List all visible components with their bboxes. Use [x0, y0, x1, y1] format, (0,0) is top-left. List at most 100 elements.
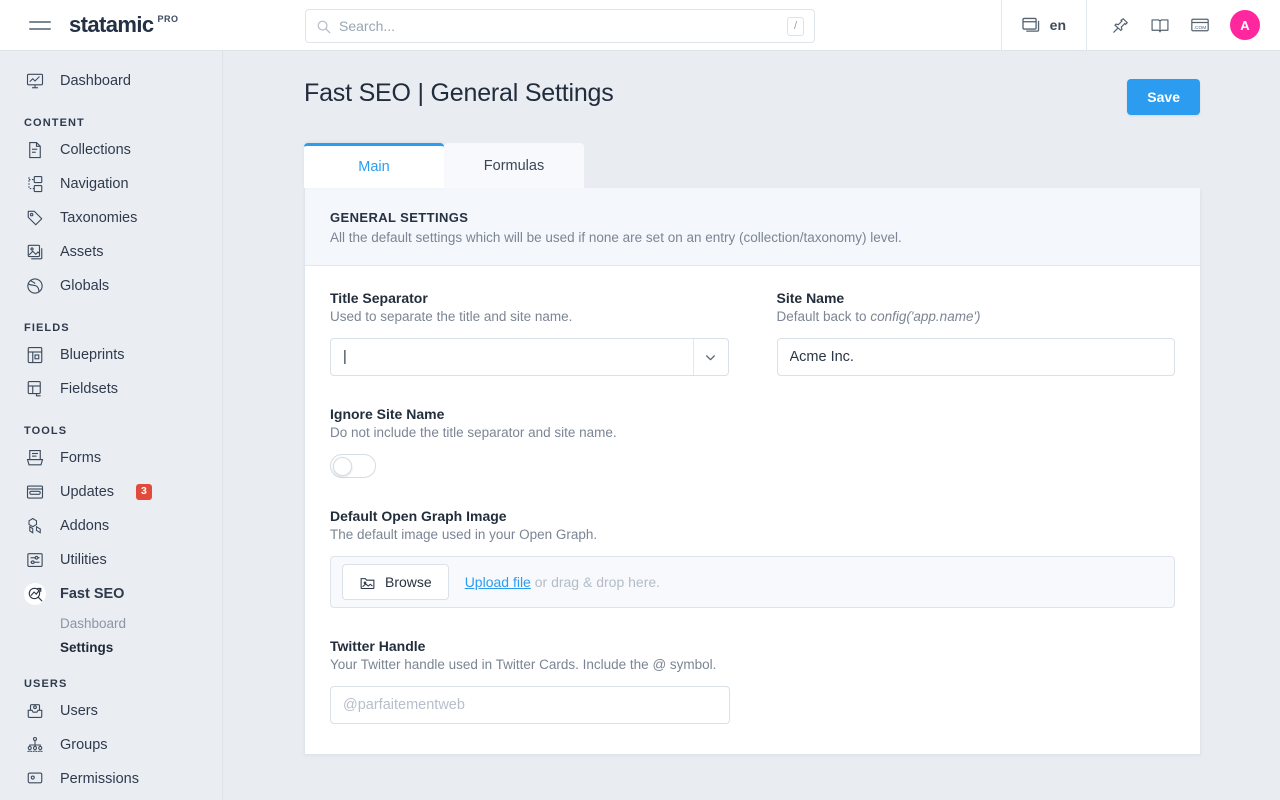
tab-formulas[interactable]: Formulas: [444, 143, 584, 188]
sidebar-item-label: Groups: [60, 737, 108, 753]
field-label: Ignore Site Name: [330, 406, 1175, 422]
groups-icon: [24, 734, 46, 756]
search-container: /: [305, 9, 815, 43]
sidebar-item-label: Users: [60, 703, 98, 719]
search-input[interactable]: [339, 18, 787, 34]
twitter-handle-input[interactable]: [330, 686, 730, 724]
image-dropzone[interactable]: Browse Upload file or drag & drop here.: [330, 556, 1175, 608]
sidebar-item-permissions[interactable]: Permissions: [0, 762, 222, 796]
field-control: |: [330, 338, 729, 376]
tab-bar: Main Formulas: [223, 143, 1280, 188]
search-icon: [316, 19, 331, 34]
sidebar-item-updates[interactable]: Updates 3: [0, 475, 222, 509]
main-content: Fast SEO | General Settings Save Main Fo…: [223, 51, 1280, 800]
field-label: Twitter Handle: [330, 638, 730, 654]
sidebar-item-assets[interactable]: Assets: [0, 235, 222, 269]
section-description: All the default settings which will be u…: [330, 230, 1175, 245]
browse-button[interactable]: Browse: [342, 564, 449, 600]
hamburger-icon[interactable]: [29, 14, 51, 36]
fast-seo-icon: [24, 583, 46, 605]
sidebar-item-label: Permissions: [60, 771, 139, 787]
sidebar-item-utilities[interactable]: Utilities: [0, 543, 222, 577]
sidebar-item-label: Blueprints: [60, 347, 124, 363]
sidebar-item-taxonomies[interactable]: Taxonomies: [0, 201, 222, 235]
book-icon[interactable]: [1150, 16, 1170, 35]
sidebar-item-navigation[interactable]: Navigation: [0, 167, 222, 201]
sidebar-item-label: Taxonomies: [60, 210, 137, 226]
navigation-icon: [24, 173, 46, 195]
sidebar-item-label: Updates: [60, 484, 114, 500]
sidebar-item-blueprints[interactable]: Blueprints: [0, 338, 222, 372]
field-help-prefix: Default back to: [777, 309, 871, 324]
upload-file-link[interactable]: Upload file: [465, 574, 531, 590]
updates-icon: [24, 481, 46, 503]
sidebar-item-label: Utilities: [60, 552, 107, 568]
title-separator-select[interactable]: |: [330, 338, 729, 376]
sidebar-item-dashboard[interactable]: Dashboard: [0, 64, 222, 98]
taxonomies-icon: [24, 207, 46, 229]
field-site-name: Site Name Default back to config('app.na…: [777, 290, 1176, 376]
top-bar: statamic PRO / en: [0, 0, 1280, 51]
top-bar-icon-group: .COM A: [1087, 10, 1280, 40]
sidebar-item-fieldsets[interactable]: Fieldsets: [0, 372, 222, 406]
drop-hint: or drag & drop here.: [531, 574, 660, 590]
sidebar-subitem-fast-seo-dashboard[interactable]: Dashboard: [0, 611, 222, 635]
sidebar-item-label: Addons: [60, 518, 109, 534]
sidebar-item-label: Collections: [60, 142, 131, 158]
sidebar-item-forms[interactable]: Forms: [0, 441, 222, 475]
domain-icon[interactable]: .COM: [1190, 16, 1210, 34]
sidebar-subitem-label: Settings: [60, 640, 113, 655]
field-label: Title Separator: [330, 290, 729, 306]
ignore-site-name-toggle[interactable]: [330, 454, 376, 478]
avatar[interactable]: A: [1230, 10, 1260, 40]
brand-name: statamic: [69, 12, 153, 38]
site-language-label: en: [1050, 17, 1066, 33]
settings-card: GENERAL SETTINGS All the default setting…: [304, 188, 1201, 755]
dashboard-icon: [24, 70, 46, 92]
assets-icon: [24, 241, 46, 263]
brand-logo[interactable]: statamic PRO: [69, 12, 178, 38]
sidebar-section-users: USERS: [0, 678, 222, 694]
sidebar-section-fields: FIELDS: [0, 322, 222, 338]
sidebar-item-label: Assets: [60, 244, 104, 260]
sidebar-item-label: Forms: [60, 450, 101, 466]
field-open-graph-image: Default Open Graph Image The default ima…: [330, 508, 1175, 608]
field-label: Default Open Graph Image: [330, 508, 1175, 524]
sidebar-section-content: CONTENT: [0, 117, 222, 133]
sidebar-subitem-label: Dashboard: [60, 616, 126, 631]
browse-label: Browse: [385, 574, 432, 590]
field-title-separator: Title Separator Used to separate the tit…: [330, 290, 729, 376]
addons-icon: [24, 515, 46, 537]
sidebar-item-addons[interactable]: Addons: [0, 509, 222, 543]
page-header: Fast SEO | General Settings Save: [223, 51, 1280, 115]
sidebar-item-users[interactable]: Users: [0, 694, 222, 728]
sidebar-item-groups[interactable]: Groups: [0, 728, 222, 762]
sidebar-item-fast-seo[interactable]: Fast SEO: [0, 577, 222, 611]
sidebar-section-tools: TOOLS: [0, 425, 222, 441]
search-box[interactable]: /: [305, 9, 815, 43]
svg-text:.COM: .COM: [1194, 25, 1207, 31]
site-name-input[interactable]: [777, 338, 1176, 376]
sidebar-item-label: Fieldsets: [60, 381, 118, 397]
utilities-icon: [24, 549, 46, 571]
tab-main[interactable]: Main: [304, 143, 444, 188]
sidebar-subitem-fast-seo-settings[interactable]: Settings: [0, 635, 222, 659]
page-title: Fast SEO | General Settings: [304, 79, 614, 108]
sidebar-item-label: Dashboard: [60, 73, 131, 89]
sidebar: Dashboard CONTENT Collections Navigation: [0, 51, 223, 800]
sidebar-item-label: Globals: [60, 278, 109, 294]
site-selector[interactable]: en: [1001, 0, 1087, 50]
blueprints-icon: [24, 344, 46, 366]
sidebar-item-label: Fast SEO: [60, 586, 124, 602]
folder-image-icon: [359, 574, 376, 591]
sidebar-item-globals[interactable]: Globals: [0, 269, 222, 303]
field-control: [330, 686, 730, 724]
field-control: [330, 454, 1175, 478]
sidebar-item-collections[interactable]: Collections: [0, 133, 222, 167]
field-help: Do not include the title separator and s…: [330, 425, 1175, 440]
section-header: GENERAL SETTINGS All the default setting…: [305, 188, 1200, 266]
pin-icon[interactable]: [1111, 16, 1130, 35]
updates-badge: 3: [136, 484, 152, 500]
save-button[interactable]: Save: [1127, 79, 1200, 115]
section-heading: GENERAL SETTINGS: [330, 210, 1175, 225]
